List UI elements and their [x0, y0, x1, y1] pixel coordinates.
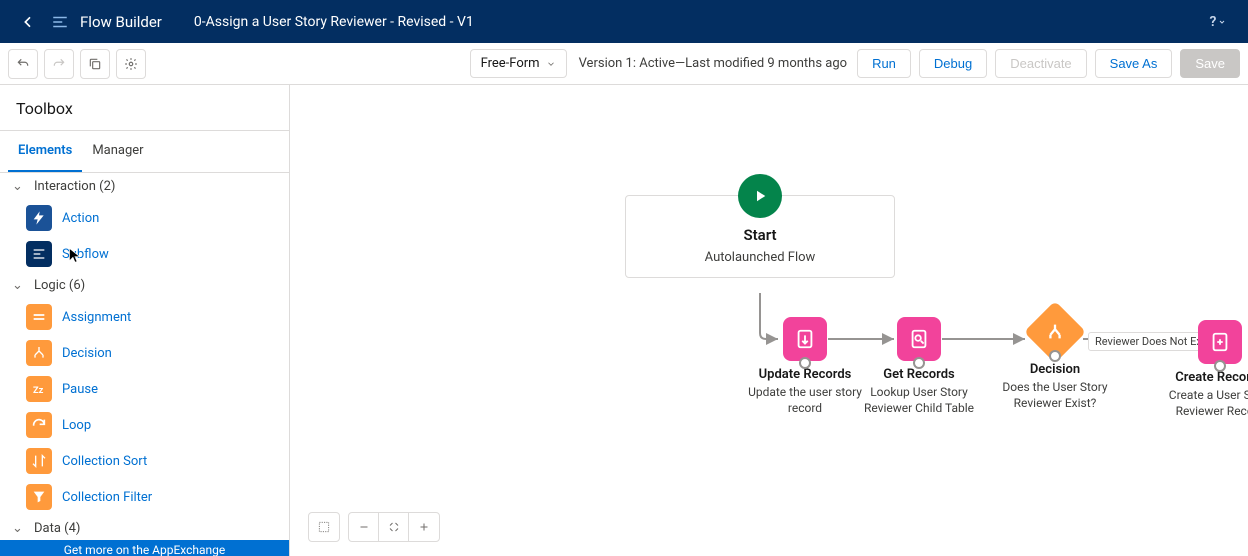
connector-handle[interactable] — [1049, 350, 1061, 362]
decision-icon — [26, 340, 52, 366]
palette-collection-filter[interactable]: Collection Filter — [0, 479, 289, 515]
appexchange-banner[interactable]: Get more on the AppExchange — [0, 540, 289, 556]
chevron-down-icon: ⌄ — [12, 179, 26, 194]
copy-button[interactable] — [80, 49, 110, 79]
run-button[interactable]: Run — [857, 49, 911, 78]
chevron-down-icon: ⌄ — [12, 521, 26, 536]
app-icon — [48, 10, 72, 34]
palette-collection-sort[interactable]: Collection Sort — [0, 443, 289, 479]
layout-mode-select[interactable]: Free-Form — [470, 49, 567, 78]
save-button[interactable]: Save — [1180, 49, 1240, 78]
redo-button[interactable] — [44, 49, 74, 79]
node-create-records[interactable]: Create Records Create a User Story Revie… — [1155, 320, 1248, 419]
flow-canvas[interactable]: Start Autolaunched Flow Update Records U… — [290, 85, 1248, 556]
collection-sort-icon — [26, 448, 52, 474]
back-button[interactable] — [16, 10, 40, 34]
create-records-icon — [1198, 320, 1242, 364]
help-button[interactable]: ? — [1204, 8, 1232, 36]
node-decision[interactable]: Decision Does the User Story Reviewer Ex… — [990, 310, 1120, 411]
node-get-records[interactable]: Get Records Lookup User Story Reviewer C… — [854, 317, 984, 416]
select-tool-button[interactable] — [309, 513, 339, 541]
tab-elements[interactable]: Elements — [8, 131, 82, 172]
app-title: Flow Builder — [80, 13, 162, 31]
palette-decision[interactable]: Decision — [0, 335, 289, 371]
palette-action[interactable]: Action — [0, 200, 289, 236]
svg-text:Zz: Zz — [33, 385, 44, 396]
section-interaction[interactable]: ⌄ Interaction (2) — [0, 173, 289, 200]
play-icon — [738, 174, 782, 218]
start-subtitle: Autolaunched Flow — [626, 250, 894, 265]
node-update-records[interactable]: Update Records Update the user story rec… — [740, 317, 870, 416]
fit-button[interactable] — [379, 513, 409, 541]
connector-handle[interactable] — [1214, 360, 1226, 372]
palette-pause[interactable]: Zz Pause — [0, 371, 289, 407]
tab-manager[interactable]: Manager — [82, 131, 153, 172]
record-title: 0-Assign a User Story Reviewer - Revised… — [194, 14, 1204, 30]
start-title: Start — [626, 226, 894, 244]
toolbox-header: Toolbox — [0, 85, 289, 131]
action-icon — [26, 205, 52, 231]
mode-label: Free-Form — [481, 56, 540, 71]
deactivate-button[interactable]: Deactivate — [995, 49, 1086, 78]
version-text: Version 1: Active—Last modified 9 months… — [579, 56, 848, 71]
save-as-button[interactable]: Save As — [1095, 49, 1173, 78]
connector-handle[interactable] — [913, 357, 925, 369]
zoom-out-button[interactable] — [349, 513, 379, 541]
update-records-icon — [783, 317, 827, 361]
get-records-icon — [897, 317, 941, 361]
undo-button[interactable] — [8, 49, 38, 79]
assignment-icon — [26, 304, 52, 330]
settings-button[interactable] — [116, 49, 146, 79]
chevron-down-icon — [546, 59, 556, 69]
chevron-down-icon: ⌄ — [12, 278, 26, 293]
start-node[interactable]: Start Autolaunched Flow — [625, 195, 895, 278]
palette-assignment[interactable]: Assignment — [0, 299, 289, 335]
palette-loop[interactable]: Loop — [0, 407, 289, 443]
pause-icon: Zz — [26, 376, 52, 402]
connector-handle[interactable] — [799, 357, 811, 369]
section-logic[interactable]: ⌄ Logic (6) — [0, 272, 289, 299]
palette-subflow[interactable]: Subflow — [0, 236, 289, 272]
zoom-in-button[interactable] — [409, 513, 439, 541]
section-data[interactable]: ⌄ Data (4) — [0, 515, 289, 542]
collection-filter-icon — [26, 484, 52, 510]
loop-icon — [26, 412, 52, 438]
debug-button[interactable]: Debug — [919, 49, 987, 78]
subflow-icon — [26, 241, 52, 267]
